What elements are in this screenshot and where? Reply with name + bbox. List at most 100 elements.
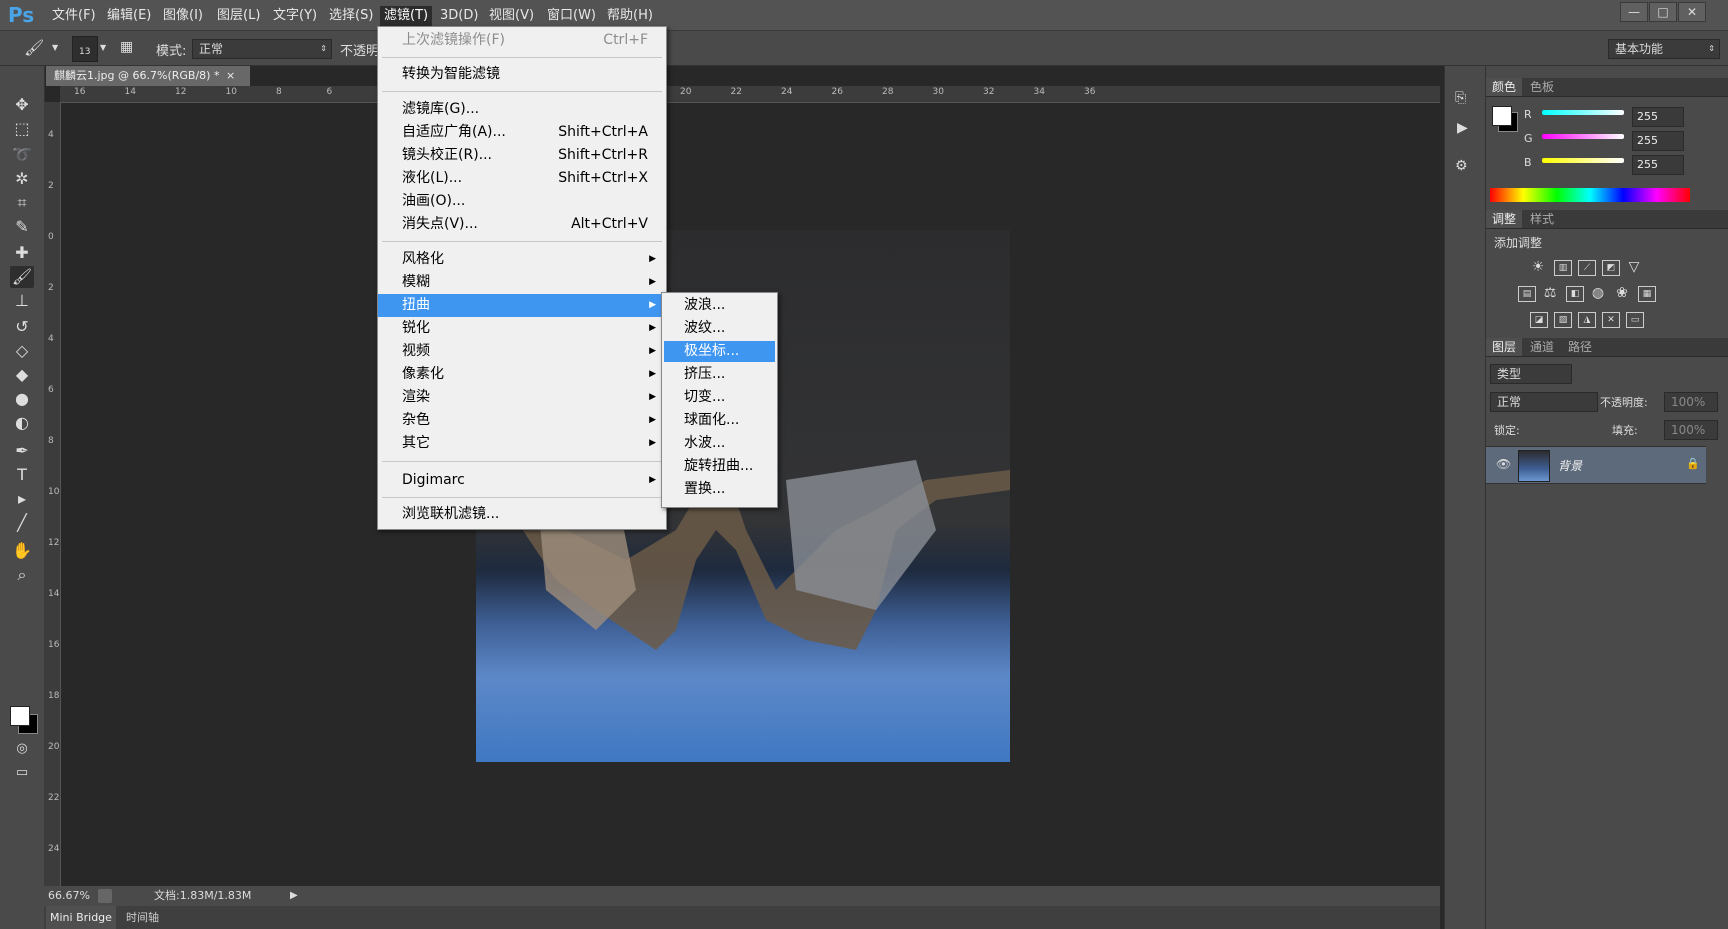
menu-item-pixelate[interactable]: 像素化 ▶ (378, 363, 666, 386)
foreground-color-swatch[interactable] (10, 706, 30, 726)
layer-name[interactable]: 背景 (1558, 457, 1582, 474)
tab-swatches[interactable]: 色板 (1524, 78, 1560, 96)
channel-g-slider[interactable] (1542, 134, 1624, 139)
lasso-tool-icon[interactable]: ➰ (10, 144, 34, 166)
hand-tool-icon[interactable]: ✋ (10, 540, 34, 562)
pen-tool-icon[interactable]: ✒ (10, 440, 34, 462)
status-menu-arrow-icon[interactable]: ▶ (290, 886, 298, 906)
menu-item-oil-paint[interactable]: 油画(O)... (378, 190, 666, 213)
close-button[interactable]: ✕ (1678, 2, 1706, 22)
channel-r-value[interactable]: 255 (1632, 107, 1684, 127)
exposure-icon[interactable]: ◩ (1602, 260, 1620, 276)
menu-image[interactable]: 图像(I) (159, 6, 207, 26)
actions-panel-icon[interactable]: ▶ (1457, 120, 1468, 136)
brush-picker-arrow-icon[interactable]: ▼ (100, 43, 106, 52)
menu-item-blur[interactable]: 模糊 ▶ (378, 271, 666, 294)
threshold-icon[interactable]: ◮ (1578, 312, 1596, 328)
eyedropper-tool-icon[interactable]: ✎ (10, 216, 34, 238)
tab-paths[interactable]: 路径 (1562, 338, 1598, 356)
curves-icon[interactable]: ⟋ (1578, 260, 1596, 276)
submenu-item-ripple[interactable]: 波纹... (664, 318, 775, 339)
screen-mode-icon[interactable]: ▭ (10, 762, 34, 784)
color-spectrum-bar[interactable] (1490, 188, 1690, 202)
color-lookup-icon[interactable]: ▦ (1638, 286, 1656, 302)
tab-adjustments[interactable]: 调整 (1486, 210, 1523, 228)
submenu-item-pinch[interactable]: 挤压... (664, 364, 775, 385)
posterize-icon[interactable]: ▨ (1554, 312, 1572, 328)
marquee-tool-icon[interactable]: ⬚ (10, 118, 34, 140)
properties-panel-icon[interactable]: ⚙ (1455, 158, 1468, 174)
tab-channels[interactable]: 通道 (1524, 338, 1560, 356)
hue-saturation-icon[interactable]: ▤ (1518, 286, 1536, 302)
menu-item-render[interactable]: 渲染 ▶ (378, 386, 666, 409)
vibrance-icon[interactable]: ▽ (1626, 260, 1642, 274)
menu-type[interactable]: 文字(Y) (269, 6, 321, 26)
dodge-tool-icon[interactable]: ◐ (10, 412, 34, 434)
layer-row-background[interactable]: 👁 背景 🔒 (1486, 446, 1706, 484)
menu-layer[interactable]: 图层(L) (213, 6, 264, 26)
status-info-icon[interactable] (98, 889, 112, 903)
photo-filter-icon[interactable]: ◍ (1590, 286, 1606, 300)
blend-mode-select[interactable]: 正常 (1490, 392, 1598, 412)
zoom-level[interactable]: 66.67% (48, 886, 90, 906)
brush-tool-icon[interactable]: 🖌 (24, 38, 44, 57)
channel-r-slider[interactable] (1542, 110, 1624, 115)
channel-b-slider[interactable] (1542, 158, 1624, 163)
menu-view[interactable]: 视图(V) (485, 6, 538, 26)
menu-item-sharpen[interactable]: 锐化 ▶ (378, 317, 666, 340)
zoom-tool-icon[interactable]: ⌕ (10, 564, 34, 586)
channel-mixer-icon[interactable]: ❀ (1614, 286, 1630, 300)
black-white-icon[interactable]: ◧ (1566, 286, 1584, 302)
menu-3d[interactable]: 3D(D) (436, 6, 482, 26)
submenu-item-displace[interactable]: 置换... (664, 479, 775, 500)
tab-styles[interactable]: 样式 (1524, 210, 1560, 228)
type-tool-icon[interactable]: T (10, 464, 34, 486)
history-brush-tool-icon[interactable]: ↺ (10, 316, 34, 338)
menu-help[interactable]: 帮助(H) (603, 6, 657, 26)
line-tool-icon[interactable]: ╱ (10, 512, 34, 534)
levels-icon[interactable]: ▥ (1554, 260, 1572, 276)
channel-b-value[interactable]: 255 (1632, 155, 1684, 175)
color-fg-swatch[interactable] (1492, 106, 1512, 126)
color-balance-icon[interactable]: ⚖ (1542, 286, 1558, 300)
menu-item-digimarc[interactable]: Digimarc ▶ (378, 469, 666, 492)
selective-color-icon[interactable]: ✕ (1602, 312, 1620, 328)
submenu-item-spherize[interactable]: 球面化... (664, 410, 775, 431)
menu-item-distort[interactable]: 扭曲 ▶ (378, 294, 666, 317)
tab-color[interactable]: 颜色 (1486, 78, 1523, 96)
crop-tool-icon[interactable]: ⌗ (10, 192, 34, 214)
menu-item-browse-online-filters[interactable]: 浏览联机滤镜... (378, 503, 666, 526)
quick-mask-icon[interactable]: ◎ (10, 738, 34, 760)
brush-panel-icon[interactable]: ▦ (120, 39, 133, 55)
tab-mini-bridge[interactable]: Mini Bridge (46, 906, 116, 929)
blur-tool-icon[interactable]: ● (10, 388, 34, 410)
magic-wand-tool-icon[interactable]: ✲ (10, 168, 34, 190)
gradient-map-icon[interactable]: ▭ (1626, 312, 1644, 328)
tool-preset-arrow-icon[interactable]: ▼ (52, 43, 58, 52)
tab-layers[interactable]: 图层 (1486, 338, 1523, 356)
stamp-tool-icon[interactable]: ⊥ (10, 290, 34, 312)
menu-item-adaptive-wide-angle[interactable]: 自适应广角(A)... Shift+Ctrl+A (378, 121, 666, 144)
maximize-button[interactable]: □ (1649, 2, 1677, 22)
bucket-tool-icon[interactable]: ◆ (10, 364, 34, 386)
submenu-item-zigzag[interactable]: 水波... (664, 433, 775, 454)
brightness-icon[interactable]: ☀ (1530, 260, 1546, 274)
menu-item-lens-correction[interactable]: 镜头校正(R)... Shift+Ctrl+R (378, 144, 666, 167)
menu-item-filter-gallery[interactable]: 滤镜库(G)... (378, 98, 666, 121)
menu-item-liquify[interactable]: 液化(L)... Shift+Ctrl+X (378, 167, 666, 190)
workspace-select[interactable]: 基本功能 ⇕ (1608, 39, 1720, 59)
submenu-item-wave[interactable]: 波浪... (664, 295, 775, 316)
menu-item-stylize[interactable]: 风格化 ▶ (378, 248, 666, 271)
menu-edit[interactable]: 编辑(E) (103, 6, 155, 26)
menu-item-vanishing-point[interactable]: 消失点(V)... Alt+Ctrl+V (378, 213, 666, 236)
history-panel-icon[interactable]: ⎘ (1455, 90, 1466, 106)
move-tool-icon[interactable]: ✥ (10, 94, 34, 116)
menu-select[interactable]: 选择(S) (325, 6, 377, 26)
brush-size-picker[interactable]: 13 (72, 36, 98, 62)
menu-file[interactable]: 文件(F) (48, 6, 100, 26)
layer-fill-input[interactable]: 100% (1664, 420, 1718, 440)
minimize-button[interactable]: — (1620, 2, 1648, 22)
layer-visibility-eye-icon[interactable]: 👁 (1496, 457, 1511, 471)
eraser-tool-icon[interactable]: ◇ (10, 340, 34, 362)
brush-tool-icon[interactable]: 🖌 (10, 266, 34, 288)
